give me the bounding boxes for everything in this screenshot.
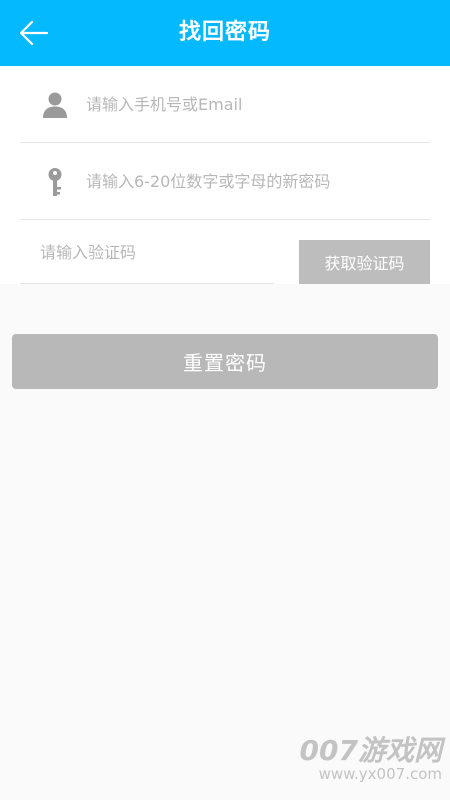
phone-email-row	[20, 66, 430, 143]
reset-form: 获取验证码	[0, 66, 450, 284]
verification-code-input[interactable]	[40, 220, 274, 284]
top-bar: 找回密码	[0, 0, 450, 66]
watermark-logo: 007游戏网 www.yx007.com	[299, 734, 442, 783]
new-password-row	[20, 143, 430, 220]
phone-email-input[interactable]	[86, 66, 416, 142]
key-icon	[48, 168, 62, 196]
verification-code-row: 获取验证码	[20, 220, 430, 284]
watermark-main: 007游戏网	[299, 734, 442, 767]
user-icon	[43, 92, 67, 118]
code-input-underline	[20, 283, 274, 284]
page-title: 找回密码	[178, 20, 271, 45]
watermark-url: www.yx007.com	[318, 765, 442, 783]
get-code-button[interactable]: 获取验证码	[299, 240, 430, 284]
find-password-screen: 找回密码 获取验证码 重置密码 007游	[0, 0, 450, 800]
reset-password-button[interactable]: 重置密码	[12, 334, 438, 389]
new-password-input[interactable]	[86, 143, 416, 219]
